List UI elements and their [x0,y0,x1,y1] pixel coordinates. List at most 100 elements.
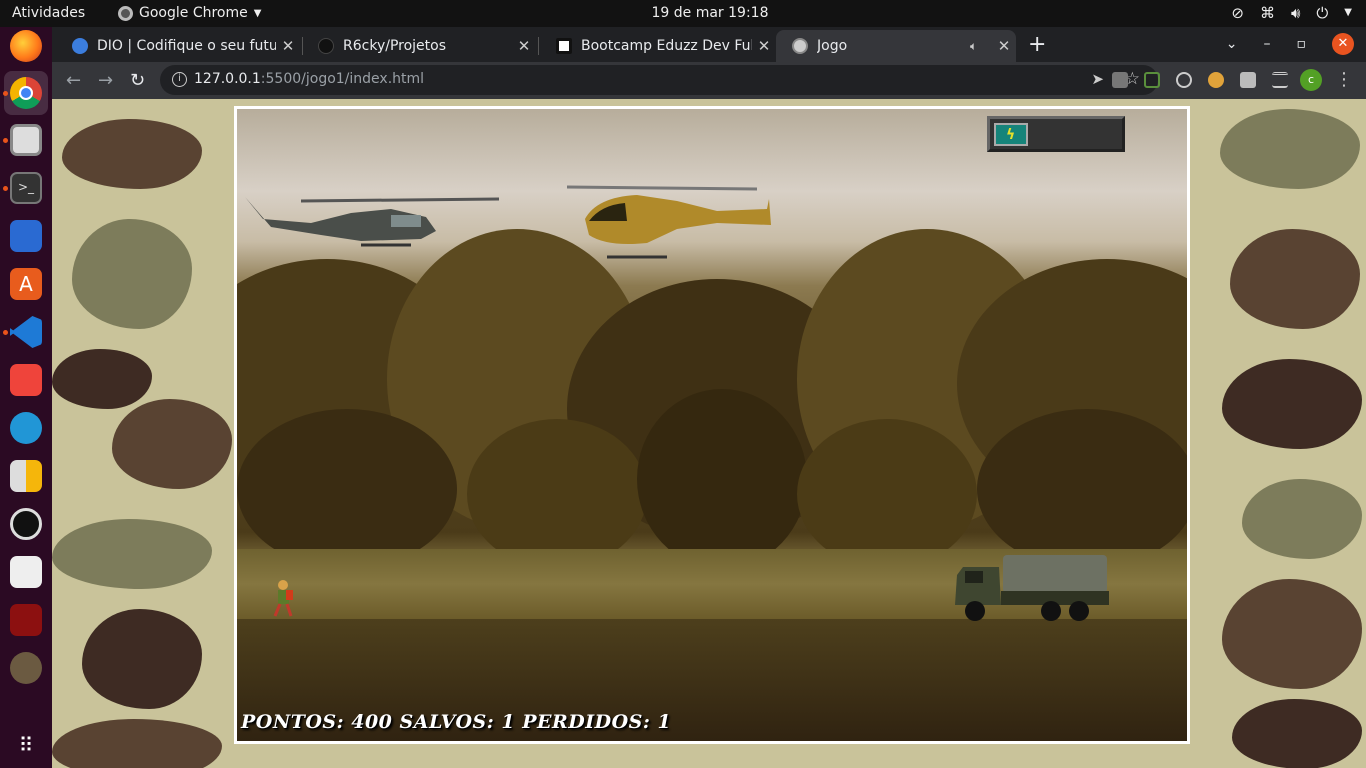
forest-tree [467,419,647,569]
system-monitor-icon[interactable] [10,220,42,252]
json-extension-icon[interactable] [1112,72,1128,88]
forest-tree [797,419,977,569]
tab-title: Jogo [817,38,848,54]
power-icon[interactable]: ⏻ [1316,4,1328,22]
truck-wheel [1069,601,1089,621]
browser-app-icon[interactable] [10,412,42,444]
soldier-legs [285,603,293,617]
close-icon[interactable]: ✕ [512,37,536,55]
tab-separator [538,37,539,55]
game-canvas[interactable]: ϟ PONTOS: 400 SALVOS: 1 PERDIDOS: 1 [234,106,1190,744]
tab-dio[interactable]: DIO | Codifique o seu futuro ✕ [56,30,300,62]
vscode-icon[interactable] [10,316,42,348]
truck-wheel [1041,601,1061,621]
network-graph-icon[interactable] [10,556,42,588]
close-icon[interactable]: ✕ [992,37,1016,55]
extension-arrow-icon[interactable] [1144,72,1160,88]
camo-patch [1220,109,1360,189]
files-icon[interactable] [10,124,42,156]
dio-icon [72,38,88,54]
tab-title: R6cky/Projetos [343,38,447,54]
app-menu[interactable]: Google Chrome ▼ [118,5,261,21]
tab-bootcamp[interactable]: Bootcamp Eduzz Dev Fullstack ✕ [540,30,776,62]
clock[interactable]: 19 de mar 19:18 [600,5,820,21]
camo-patch [112,399,232,489]
volume-icon[interactable]: 🔊︎ [1291,4,1300,22]
page-viewport: ϟ PONTOS: 400 SALVOS: 1 PERDIDOS: 1 [52,99,1366,768]
site-info-icon[interactable]: i [172,72,187,87]
chevron-down-icon[interactable]: ▼ [1344,4,1352,22]
minimize-button[interactable]: – [1264,36,1271,52]
system-top-bar: Atividades Google Chrome ▼ 19 de mar 19:… [0,0,1366,27]
network-icon[interactable]: ⌘ [1260,4,1275,22]
focus-icon[interactable]: ⊘ [1231,4,1244,22]
url-path: :5500/jogo1/index.html [260,71,425,87]
camo-patch [72,219,192,329]
close-window-button[interactable]: ✕ [1332,33,1354,55]
soldier-head [278,580,288,590]
maximize-button[interactable]: ▫ [1297,36,1307,52]
close-icon[interactable]: ✕ [752,37,776,55]
reload-button[interactable]: ↻ [130,70,145,91]
dio-logo-icon [556,38,572,54]
close-icon[interactable]: ✕ [276,37,300,55]
enemy-truck [955,555,1109,621]
github-icon [318,38,334,54]
forest-tree [977,409,1187,569]
chrome-app-icon [118,5,133,21]
forest-tree [237,409,457,569]
energy-cell: ϟ [994,123,1028,146]
new-tab-button[interactable]: + [1028,32,1046,57]
chevron-down-icon: ▼ [253,7,262,19]
activities-button[interactable]: Atividades [12,5,85,21]
energy-meter: ϟ [987,116,1125,152]
running-indicator [3,91,8,96]
window-controls: ⌄ – ▫ ✕ [1226,33,1354,55]
score-display: PONTOS: 400 SALVOS: 1 PERDIDOS: 1 [241,711,672,733]
camo-patch [1242,479,1362,559]
share-icon[interactable]: ➤ [1091,70,1104,88]
software-center-icon[interactable]: A [10,268,42,300]
obs-icon[interactable] [10,508,42,540]
camo-patch [82,609,202,709]
camo-patch [52,349,152,409]
address-bar[interactable]: i 127.0.0.1:5500/jogo1/index.html ➤ ☆ [160,65,1158,95]
tab-strip: DIO | Codifique o seu futuro ✕ R6cky/Pro… [52,27,1366,62]
camo-patch [1232,699,1362,768]
cookie-extension-icon[interactable] [1208,72,1224,88]
url-text[interactable]: 127.0.0.1:5500/jogo1/index.html [194,71,424,87]
tab-jogo[interactable]: Jogo 🔈︎ ✕ [776,30,1016,62]
tab-github[interactable]: R6cky/Projetos ✕ [302,30,536,62]
running-indicator [3,138,8,143]
tab-title: DIO | Codifique o seu futuro [97,38,276,54]
extensions-puzzle-icon[interactable] [1240,72,1256,88]
camo-patch [1222,359,1362,449]
firefox-icon[interactable] [10,30,42,62]
running-indicator [3,186,8,191]
media-queue-icon[interactable] [1272,72,1288,88]
audio-playing-icon[interactable]: 🔈︎ [970,39,992,54]
camo-patch [52,519,212,589]
camo-patch [62,119,202,189]
enemy-helicopter [567,185,771,259]
app-menu-label: Google Chrome [139,5,248,21]
office-icon[interactable] [10,460,42,492]
forward-button[interactable]: → [98,70,113,91]
anydesk-icon[interactable] [10,364,42,396]
app-grid-icon[interactable]: ⠿ [10,730,42,762]
more-menu-icon[interactable]: ⋮ [1335,69,1353,90]
back-button[interactable]: ← [66,70,81,91]
gimp-icon[interactable] [10,652,42,684]
terminal-icon[interactable]: >_ [10,172,42,204]
tab-title: Bootcamp Eduzz Dev Fullstack [581,38,752,54]
globe-icon [792,38,808,54]
tab-search-icon[interactable]: ⌄ [1226,36,1238,52]
zoom-search-icon[interactable] [1176,72,1192,88]
lightning-bolt-icon: ϟ [1006,127,1016,143]
game-app-icon[interactable] [10,604,42,636]
browser-toolbar: ← → ↻ i 127.0.0.1:5500/jogo1/index.html … [52,62,1366,99]
system-tray[interactable]: ⊘ ⌘ 🔊︎ ⏻ ▼ [1231,4,1352,22]
helicopter-rotor [300,197,500,203]
chrome-icon[interactable] [10,77,42,109]
profile-avatar[interactable]: c [1300,69,1322,91]
